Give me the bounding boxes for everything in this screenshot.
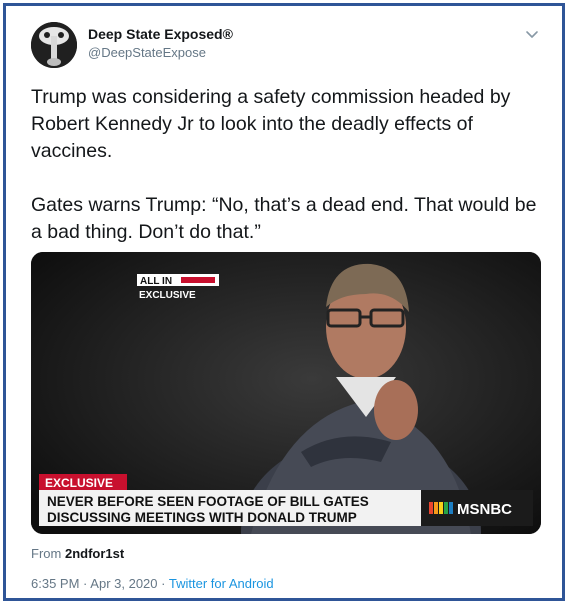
- svg-text:ALL IN: ALL IN: [140, 276, 172, 287]
- svg-text:NEVER BEFORE SEEN FOOTAGE OF B: NEVER BEFORE SEEN FOOTAGE OF BILL GATES: [47, 494, 369, 509]
- svg-text:MSNBC: MSNBC: [457, 501, 512, 518]
- tweet-paragraph-2: Gates warns Trump: “No, that’s a dead en…: [31, 194, 537, 243]
- avatar[interactable]: [31, 22, 77, 68]
- skull-avatar-icon: [31, 22, 77, 68]
- tweet-date[interactable]: Apr 3, 2020: [90, 576, 157, 591]
- display-name[interactable]: Deep State Exposed®: [88, 26, 233, 42]
- user-handle[interactable]: @DeepStateExpose: [88, 45, 206, 60]
- tweet-card: Deep State Exposed® @DeepStateExpose Tru…: [3, 3, 565, 601]
- source-user-link[interactable]: 2ndfor1st: [65, 546, 124, 561]
- svg-text:DISCUSSING MEETINGS WITH DONAL: DISCUSSING MEETINGS WITH DONALD TRUMP: [47, 510, 357, 525]
- svg-text:EXCLUSIVE: EXCLUSIVE: [45, 476, 113, 490]
- tweet-time[interactable]: 6:35 PM: [31, 576, 79, 591]
- peacock-icon: [429, 502, 453, 514]
- svg-text:EXCLUSIVE: EXCLUSIVE: [139, 290, 196, 301]
- tweet-meta: 6:35 PM · Apr 3, 2020 · Twitter for Andr…: [31, 576, 274, 591]
- video-frame: ALL IN EXCLUSIVE EXCLUSIVE NEVER BEFORE …: [31, 252, 541, 534]
- tweet-paragraph-1: Trump was considering a safety commissio…: [31, 86, 511, 162]
- media-attribution: From 2ndfor1st: [31, 546, 125, 561]
- video-player[interactable]: ALL IN EXCLUSIVE EXCLUSIVE NEVER BEFORE …: [31, 252, 541, 534]
- chevron-down-icon[interactable]: [525, 28, 539, 42]
- client-link[interactable]: Twitter for Android: [169, 576, 274, 591]
- tweet-text: Trump was considering a safety commissio…: [31, 84, 546, 246]
- registered-mark: ®: [222, 26, 233, 42]
